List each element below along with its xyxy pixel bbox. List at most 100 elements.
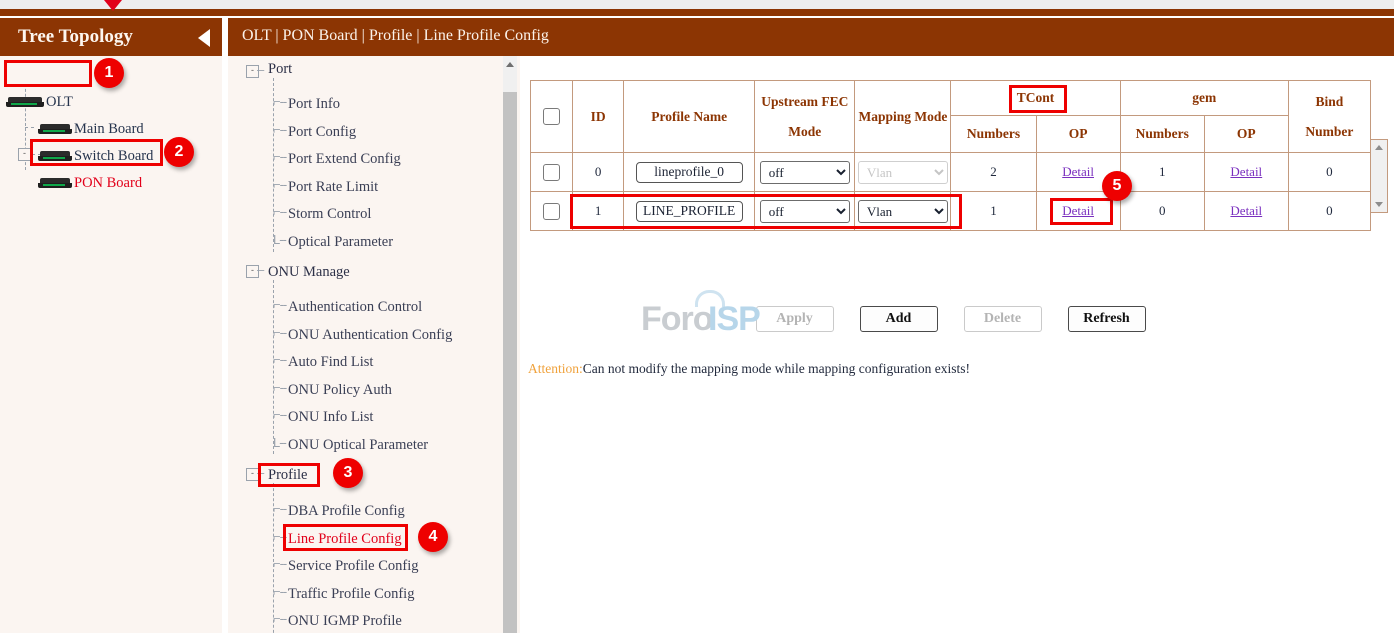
add-button[interactable]: Add xyxy=(860,306,938,332)
apply-button[interactable]: Apply xyxy=(756,306,834,332)
nav-group-label: Profile xyxy=(268,467,307,484)
nav-item-port-extend-config[interactable]: Port Extend Config xyxy=(288,149,401,169)
nav-item-line-profile-config[interactable]: Line Profile Config xyxy=(288,529,402,549)
scroll-up-arrow-icon[interactable] xyxy=(506,62,514,67)
device-board-icon xyxy=(38,124,72,135)
tree-node-olt[interactable]: OLT xyxy=(6,91,73,113)
scroll-up-arrow-icon[interactable] xyxy=(1375,145,1383,150)
select-all-header xyxy=(531,81,573,153)
attention-label: Attention: xyxy=(528,361,583,376)
line-profile-table: ID Profile Name Upstream FEC Mode Mappin… xyxy=(530,80,1371,231)
tree-connector-h2 xyxy=(25,127,34,128)
side-nav-panel: - – Port ⌐-- Port Info ⌐-- Port Config ⌐… xyxy=(228,56,520,633)
nav-item-label: Auto Find List xyxy=(288,354,373,371)
top-bar xyxy=(0,0,1394,16)
row-mapping-mode-cell: Vlan xyxy=(855,192,951,231)
row-gem-numbers: 1 xyxy=(1120,153,1204,192)
nav-item-label: Traffic Profile Config xyxy=(288,586,414,603)
nav-group-port[interactable]: Port xyxy=(268,59,292,79)
tree-node-pon-board[interactable]: PON Board xyxy=(38,172,142,194)
nav-scrollbar[interactable] xyxy=(503,56,517,633)
gem-detail-link[interactable]: Detail xyxy=(1230,164,1262,179)
row-mapping-mode-cell: Vlan xyxy=(855,153,951,192)
top-bar-rule xyxy=(0,9,1394,16)
tree-expander-pon-board[interactable]: - xyxy=(18,148,31,161)
nav-item-service-profile-config[interactable]: Service Profile Config xyxy=(288,556,418,576)
nav-group-profile[interactable]: Profile xyxy=(268,465,307,485)
nav-group-onu-manage[interactable]: ONU Manage xyxy=(268,262,350,282)
scroll-down-arrow-icon[interactable] xyxy=(1375,202,1383,207)
nav-item-port-config[interactable]: Port Config xyxy=(288,122,356,142)
row-tcont-numbers: 1 xyxy=(951,192,1036,231)
mapping-mode-select: Vlan xyxy=(858,161,948,184)
nav-group-label: Port xyxy=(268,61,292,78)
nav-item-label: Port Extend Config xyxy=(288,151,401,168)
nav-item-label: ONU Optical Parameter xyxy=(288,437,428,454)
table-header-row-1: ID Profile Name Upstream FEC Mode Mappin… xyxy=(531,81,1371,116)
refresh-button[interactable]: Refresh xyxy=(1068,306,1146,332)
tree-node-main-board[interactable]: Main Board xyxy=(38,118,144,140)
header-upstream-fec-line1: Upstream FEC xyxy=(756,94,853,110)
row-checkbox[interactable] xyxy=(543,164,560,181)
row-select-cell xyxy=(531,153,573,192)
nav-item-onu-policy-auth[interactable]: ONU Policy Auth xyxy=(288,380,392,400)
row-id: 0 xyxy=(573,153,624,192)
row-profile-name-cell xyxy=(624,153,755,192)
tree-node-switch-board[interactable]: Switch Board xyxy=(38,145,153,167)
line-profile-table-wrap: ID Profile Name Upstream FEC Mode Mappin… xyxy=(530,80,1371,231)
header-upstream-fec-mode: Upstream FEC Mode xyxy=(755,81,855,153)
tcont-detail-link[interactable]: Detail xyxy=(1062,164,1094,179)
tree-node-label: Switch Board xyxy=(74,148,153,165)
table-row[interactable]: 0 off Vlan 2 xyxy=(531,153,1371,192)
attention-message: Attention:Can not modify the mapping mod… xyxy=(528,361,970,377)
header-bind-line1: Bind xyxy=(1290,94,1369,110)
profile-name-input[interactable] xyxy=(636,162,743,183)
tree-topology-panel: Tree Topology - OLT Main Board xyxy=(0,18,222,633)
tree-topology-body: - OLT Main Board Switch Board xyxy=(0,56,222,633)
nav-group-label: ONU Manage xyxy=(268,264,350,281)
nav-item-label: Authentication Control xyxy=(288,299,422,316)
header-tcont: TCont xyxy=(951,81,1120,116)
gem-detail-link[interactable]: Detail xyxy=(1230,203,1262,218)
header-tcont-numbers: Numbers xyxy=(951,116,1036,153)
device-board-icon xyxy=(38,151,72,162)
nav-item-optical-parameter[interactable]: Optical Parameter xyxy=(288,232,393,252)
device-board-icon xyxy=(6,97,44,108)
upstream-fec-mode-select[interactable]: off xyxy=(760,161,850,184)
nav-item-onu-info-list[interactable]: ONU Info List xyxy=(288,407,373,427)
nav-item-dba-profile-config[interactable]: DBA Profile Config xyxy=(288,501,405,521)
collapse-left-arrow-icon[interactable] xyxy=(198,29,210,47)
upstream-fec-mode-select[interactable]: off xyxy=(760,200,850,223)
nav-scrollbar-thumb[interactable] xyxy=(503,92,517,633)
table-row[interactable]: 1 off Vlan 1 xyxy=(531,192,1371,231)
nav-item-storm-control[interactable]: Storm Control xyxy=(288,204,371,224)
nav-item-authentication-control[interactable]: Authentication Control xyxy=(288,297,422,317)
row-checkbox[interactable] xyxy=(543,203,560,220)
header-id: ID xyxy=(573,81,624,153)
mapping-mode-select[interactable]: Vlan xyxy=(858,200,948,223)
content-body: ID Profile Name Upstream FEC Mode Mappin… xyxy=(520,56,1394,633)
row-bind-number: 0 xyxy=(1288,192,1370,231)
row-upstream-fec-cell: off xyxy=(755,153,855,192)
breadcrumb: OLT | PON Board | Profile | Line Profile… xyxy=(242,27,549,45)
nav-item-traffic-profile-config[interactable]: Traffic Profile Config xyxy=(288,584,414,604)
tree-topology-title: Tree Topology xyxy=(18,26,133,48)
table-rows-scrollbar[interactable] xyxy=(1371,139,1388,213)
nav-item-label: Port Info xyxy=(288,96,340,113)
nav-item-label: Storm Control xyxy=(288,206,371,223)
nav-item-onu-authentication-config[interactable]: ONU Authentication Config xyxy=(288,325,452,345)
delete-button[interactable]: Delete xyxy=(964,306,1042,332)
nav-item-onu-optical-parameter[interactable]: ONU Optical Parameter xyxy=(288,435,428,455)
device-board-icon xyxy=(38,178,72,189)
nav-item-auto-find-list[interactable]: Auto Find List xyxy=(288,352,373,372)
header-bind-number: Bind Number xyxy=(1288,81,1370,153)
select-all-checkbox[interactable] xyxy=(543,108,560,125)
row-tcont-numbers: 2 xyxy=(951,153,1036,192)
nav-item-port-rate-limit[interactable]: Port Rate Limit xyxy=(288,177,378,197)
nav-item-port-info[interactable]: Port Info xyxy=(288,94,340,114)
nav-item-onu-igmp-profile[interactable]: ONU IGMP Profile xyxy=(288,611,402,631)
header-gem: gem xyxy=(1120,81,1288,116)
tcont-detail-link[interactable]: Detail xyxy=(1062,203,1094,218)
nav-item-label: ONU IGMP Profile xyxy=(288,613,402,630)
profile-name-input[interactable] xyxy=(636,201,743,222)
